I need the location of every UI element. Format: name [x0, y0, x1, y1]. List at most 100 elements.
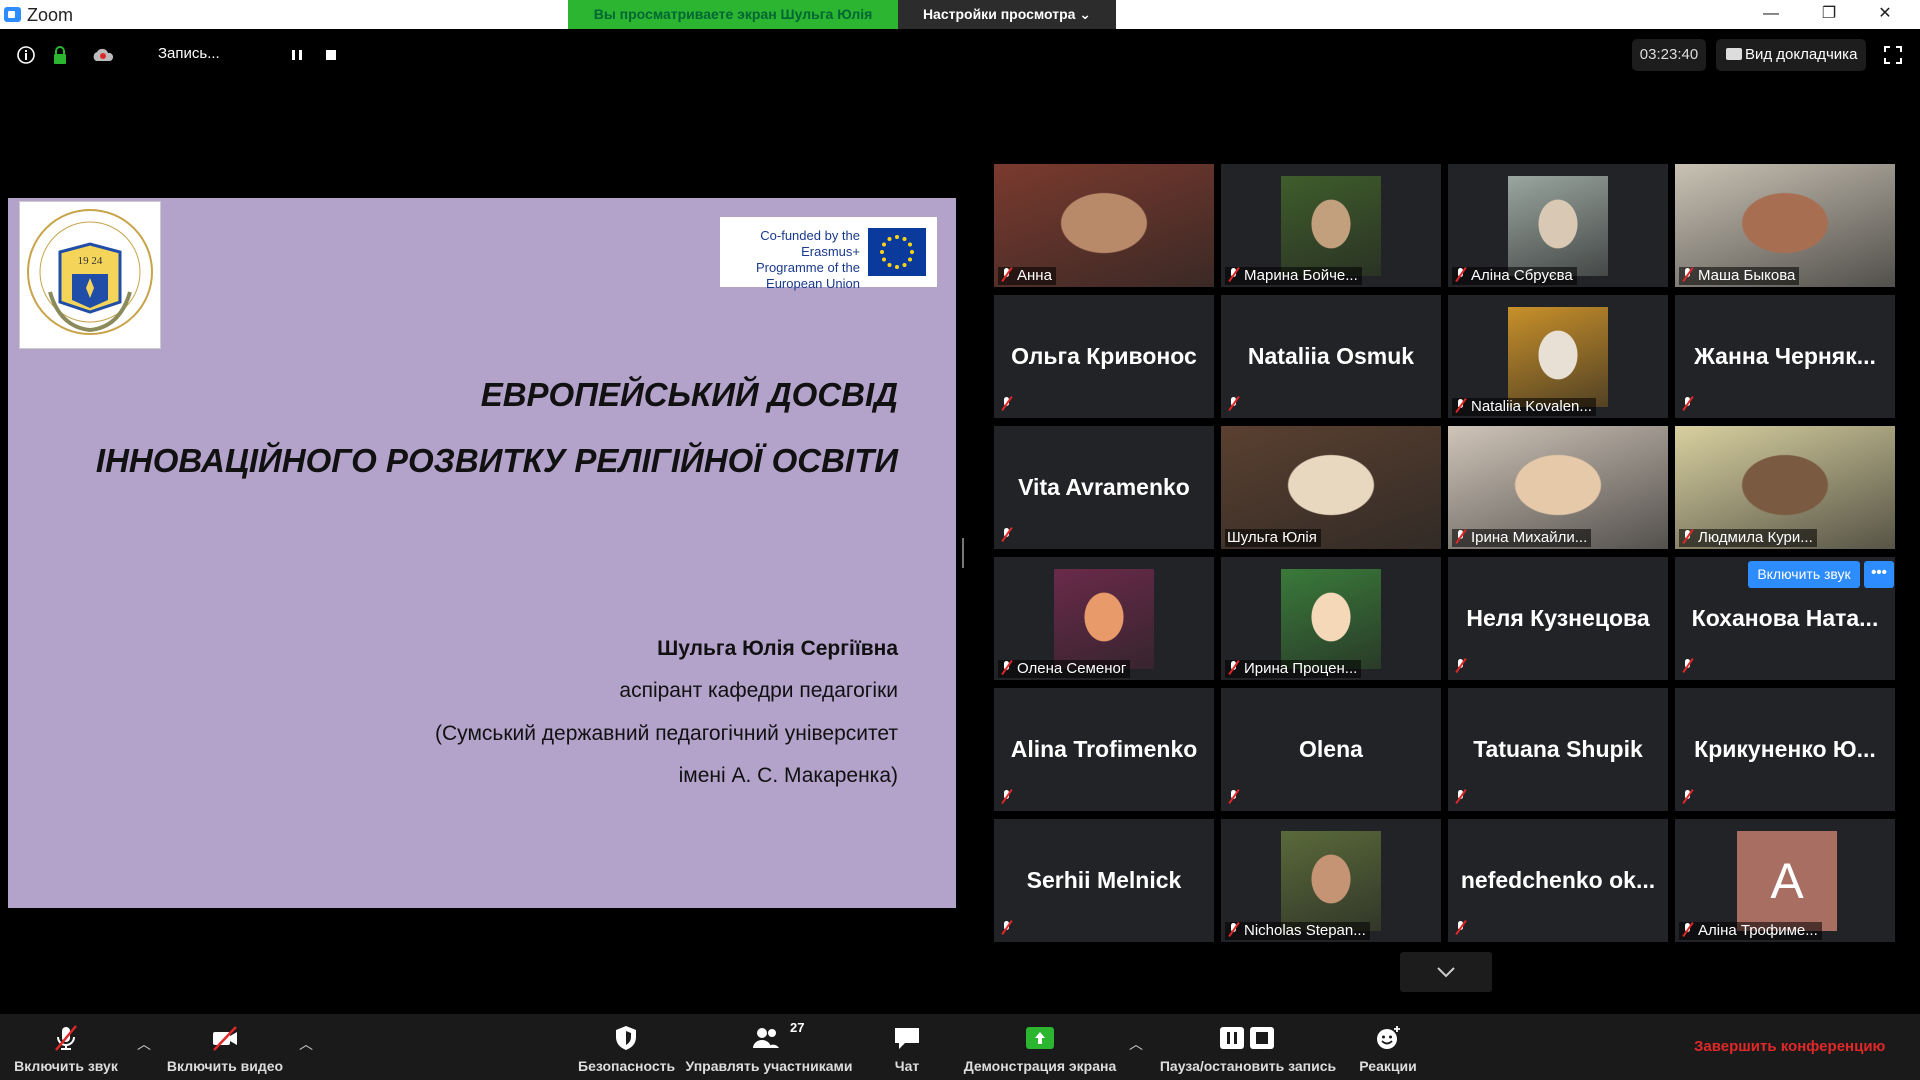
participant-name: Шульга Юлія: [1227, 529, 1317, 546]
mic-muted-icon: [1000, 527, 1013, 542]
participant-tile[interactable]: Маша Быкова: [1675, 164, 1895, 287]
participant-mic-status: [1681, 658, 1698, 676]
participant-tile[interactable]: Nataliia Kovalen...: [1448, 295, 1668, 418]
start-video-button[interactable]: Включить видео: [166, 1014, 284, 1080]
mic-muted-icon: [1681, 529, 1694, 544]
participant-tile[interactable]: Марина Бойче...: [1221, 164, 1441, 287]
request-unmute-button[interactable]: Включить звук: [1748, 561, 1860, 588]
participant-name: Олена Семеног: [1017, 660, 1127, 677]
close-window-button[interactable]: ✕: [1862, 0, 1908, 29]
slide-university-line-2: імені А. С. Макаренка): [678, 764, 898, 787]
participant-tile[interactable]: Аліна Сбруєва: [1448, 164, 1668, 287]
participant-name-label: Аліна Трофиме...: [1679, 922, 1822, 940]
participant-tile[interactable]: Nataliia Osmuk: [1221, 295, 1441, 418]
erasmus-logo: Co-funded by the Erasmus+ Programme of t…: [720, 217, 937, 291]
share-screen-label: Демонстрация экрана: [963, 1058, 1117, 1074]
speaker-view-button[interactable]: Вид докладчика: [1716, 39, 1866, 71]
participant-tile[interactable]: Олена Семеног: [994, 557, 1214, 680]
participant-name: Serhii Melnick: [1026, 867, 1182, 893]
mic-muted-icon: [1227, 267, 1240, 282]
participants-button[interactable]: 27 Управлять участниками: [684, 1014, 854, 1080]
mic-muted-icon: [1454, 398, 1467, 413]
participant-tile[interactable]: Vita Avramenko: [994, 426, 1214, 549]
participant-name-label: Людмила Кури...: [1679, 529, 1817, 547]
security-button[interactable]: Безопасность: [578, 1014, 676, 1080]
end-meeting-button[interactable]: Завершить конференцию: [1694, 1038, 1885, 1055]
audio-options-caret[interactable]: ︿: [136, 1034, 152, 1052]
slide-role: аспірант кафедри педагогіки: [619, 679, 898, 702]
participant-tile[interactable]: nefedchenko ok...: [1448, 819, 1668, 942]
participant-tile[interactable]: Жанна Черняк...: [1675, 295, 1895, 418]
mic-muted-icon: [1000, 267, 1013, 282]
view-options-button[interactable]: Настройки просмотра ⌄: [898, 0, 1116, 29]
stop-recording-icon[interactable]: [320, 44, 342, 66]
restore-button[interactable]: ❐: [1806, 0, 1852, 29]
mic-muted-icon: [1454, 658, 1467, 673]
share-options-caret[interactable]: ︿: [1128, 1034, 1144, 1052]
start-video-label: Включить видео: [166, 1058, 284, 1074]
participant-tile[interactable]: Ирина Процен...: [1221, 557, 1441, 680]
mic-muted-icon: [1454, 920, 1467, 935]
participant-name: Людмила Кури...: [1698, 529, 1813, 546]
pause-stop-recording-button[interactable]: Пауза/остановить запись: [1156, 1014, 1340, 1080]
mic-muted-icon: [1454, 529, 1467, 544]
participant-tile[interactable]: Ольга Кривонос: [994, 295, 1214, 418]
participant-tile[interactable]: Olena: [1221, 688, 1441, 811]
participant-mic-status: [1000, 789, 1017, 807]
participant-tile[interactable]: Ірина Михайли...: [1448, 426, 1668, 549]
participant-name: Nataliia Kovalen...: [1471, 398, 1592, 415]
participant-tile[interactable]: Serhii Melnick: [994, 819, 1214, 942]
participant-tile[interactable]: A Аліна Трофиме...: [1675, 819, 1895, 942]
slide-university-line-1: (Сумський державний педагогічний універс…: [435, 722, 898, 745]
participant-name-label: Nicholas Stepan...: [1225, 922, 1370, 940]
chat-button[interactable]: Чат: [876, 1014, 938, 1080]
participant-mic-status: [1454, 789, 1471, 807]
reactions-button[interactable]: Реакции: [1352, 1014, 1424, 1080]
participant-name: Nataliia Osmuk: [1247, 343, 1415, 369]
participant-mic-status: [1000, 527, 1017, 545]
university-logo: 19 24: [19, 201, 161, 349]
zoom-app-icon: [4, 7, 21, 22]
minimize-button[interactable]: —: [1748, 0, 1794, 29]
encryption-lock-icon[interactable]: [49, 44, 71, 66]
shared-screen-slide: 19 24 Co-funded by the Erasmus+ Programm…: [8, 198, 956, 908]
participant-mic-status: [1227, 396, 1244, 414]
participant-tile[interactable]: Alina Trofimenko: [994, 688, 1214, 811]
participant-tile[interactable]: Неля Кузнецова: [1448, 557, 1668, 680]
meeting-topbar: Запись... 03:23:40 Вид докладчика: [0, 29, 1920, 79]
participants-count: 27: [790, 1020, 805, 1035]
share-screen-button[interactable]: Демонстрация экрана: [958, 1014, 1122, 1080]
app-title: Zoom: [27, 5, 74, 25]
participant-video: [1281, 831, 1381, 931]
fullscreen-icon[interactable]: [1882, 44, 1904, 66]
participant-tile[interactable]: Шульга Юлія: [1221, 426, 1441, 549]
unmute-audio-button[interactable]: Включить звук: [8, 1014, 124, 1080]
security-label: Безопасность: [578, 1058, 676, 1074]
participant-name: Жанна Черняк...: [1694, 343, 1876, 369]
mic-muted-icon: [1227, 789, 1240, 804]
cloud-recording-icon: [93, 48, 114, 61]
participant-name: Аліна Сбруєва: [1471, 267, 1573, 284]
more-options-button[interactable]: •••: [1864, 561, 1894, 588]
participant-tile[interactable]: Крикуненко Ю...: [1675, 688, 1895, 811]
mic-muted-icon: [1681, 267, 1694, 282]
participant-name: Коханова Ната...: [1691, 605, 1879, 631]
panel-resize-handle[interactable]: [962, 538, 964, 568]
participant-tile[interactable]: Людмила Кури...: [1675, 426, 1895, 549]
participant-name: Tatuana Shupik: [1473, 736, 1643, 762]
participant-tile[interactable]: Nicholas Stepan...: [1221, 819, 1441, 942]
gallery-next-page-button[interactable]: [1400, 952, 1492, 992]
video-options-caret[interactable]: ︿: [298, 1034, 314, 1052]
participant-name: Маша Быкова: [1698, 267, 1796, 284]
participant-name-label: Марина Бойче...: [1225, 267, 1362, 285]
slide-title-line-1: ЕВРОПЕЙСЬКИЙ ДОСВІД: [480, 376, 898, 413]
slide-title-line-2: ІННОВАЦІЙНОГО РОЗВИТКУ РЕЛІГІЙНОЇ ОСВІТИ: [95, 442, 898, 479]
mic-muted-icon: [1227, 922, 1240, 937]
pause-recording-icon[interactable]: [286, 44, 308, 66]
participant-tile[interactable]: Tatuana Shupik: [1448, 688, 1668, 811]
participant-tile[interactable]: Анна: [994, 164, 1214, 287]
participant-mic-status: [1227, 789, 1244, 807]
pause-stop-icon: [1220, 1027, 1274, 1049]
participant-name-label: Маша Быкова: [1679, 267, 1800, 285]
info-icon[interactable]: [15, 44, 37, 66]
